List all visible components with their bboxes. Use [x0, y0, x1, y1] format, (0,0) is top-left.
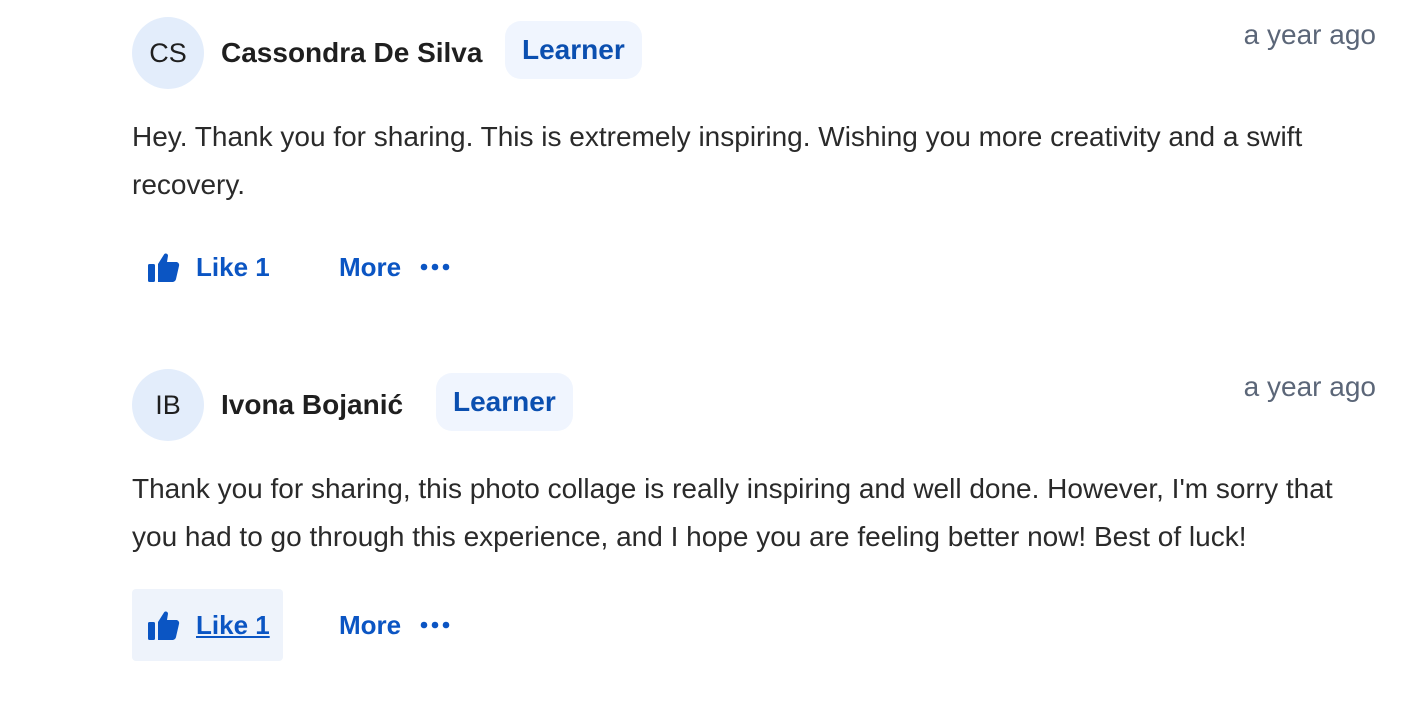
like-button[interactable]: Like 1	[132, 589, 283, 661]
comment-text: Thank you for sharing, this photo collag…	[132, 473, 1333, 552]
more-button[interactable]: More	[339, 231, 450, 303]
comment-actions: Like 1 More	[132, 589, 1376, 661]
comment-text: Hey. Thank you for sharing. This is extr…	[132, 121, 1303, 200]
comment-item: IB Ivona Bojanić Learner a year ago Than…	[132, 369, 1376, 661]
author-name[interactable]: Cassondra De Silva	[221, 17, 482, 89]
like-button[interactable]: Like 1	[132, 231, 283, 303]
avatar[interactable]: IB	[132, 369, 204, 441]
comment-timestamp: a year ago	[1243, 19, 1376, 50]
thumbs-up-icon	[148, 253, 180, 282]
like-label: Like 1	[196, 610, 270, 640]
more-button[interactable]: More	[339, 589, 450, 661]
role-badge: Learner	[505, 21, 642, 79]
more-label: More	[339, 610, 402, 640]
author-name[interactable]: Ivona Bojanić	[221, 369, 403, 441]
more-label: More	[339, 252, 402, 282]
like-label: Like 1	[196, 252, 270, 282]
comment-timestamp: a year ago	[1243, 371, 1376, 402]
ellipsis-icon	[420, 263, 449, 271]
ellipsis-icon	[420, 621, 449, 629]
comment-actions: Like 1 More	[132, 231, 1376, 303]
thumbs-up-icon	[148, 611, 180, 640]
avatar[interactable]: CS	[132, 17, 204, 89]
comment-header: CS Cassondra De Silva Learner a year ago	[132, 17, 1376, 89]
comment-item: CS Cassondra De Silva Learner a year ago…	[132, 17, 1376, 303]
comment-header: IB Ivona Bojanić Learner a year ago	[132, 369, 1376, 441]
role-badge: Learner	[436, 373, 573, 431]
